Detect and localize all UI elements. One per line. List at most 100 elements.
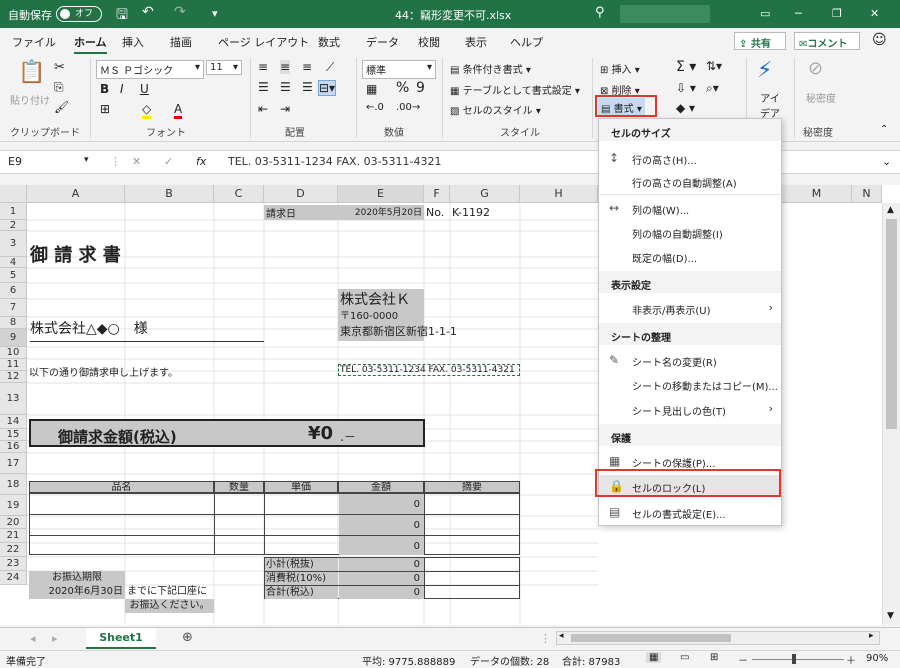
- cell-a21[interactable]: お振込期限: [29, 571, 125, 585]
- zoom-in-icon[interactable]: ＋: [846, 652, 856, 667]
- hscroll-thumb[interactable]: [571, 634, 731, 642]
- merge-center-icon[interactable]: ⊟▾: [318, 80, 337, 96]
- row-header[interactable]: 16: [0, 441, 27, 453]
- horizontal-scrollbar[interactable]: ◂ ▸: [556, 631, 880, 645]
- name-box[interactable]: E9: [8, 155, 22, 168]
- enter-icon[interactable]: ✓: [164, 155, 173, 168]
- tab-split-icon[interactable]: ⋮: [540, 632, 551, 645]
- row-header[interactable]: 5: [0, 268, 27, 283]
- th-qty[interactable]: 数量: [214, 481, 264, 493]
- cell-styles-button[interactable]: ▧ セルのスタイル ▾: [450, 102, 541, 117]
- cell-d1[interactable]: 請求日: [264, 205, 338, 220]
- row-header[interactable]: 14: [0, 415, 27, 429]
- tab-view[interactable]: 表示: [465, 34, 487, 50]
- zoom-level[interactable]: 90%: [866, 653, 888, 664]
- row-header[interactable]: 11: [0, 359, 27, 371]
- ideas-icon[interactable]: ⚡: [757, 58, 772, 83]
- row-header[interactable]: 7: [0, 299, 27, 317]
- col-header-g[interactable]: G: [450, 185, 520, 203]
- number-format-select[interactable]: 標準 ▾: [362, 60, 436, 79]
- cell-e1[interactable]: 2020年5月20日: [338, 205, 424, 220]
- menu-move-copy[interactable]: シートの移動またはコピー(M)...: [599, 373, 781, 395]
- font-color-icon[interactable]: A: [174, 102, 183, 119]
- col-header-h[interactable]: H: [520, 185, 598, 203]
- th-amount[interactable]: 金額: [338, 481, 424, 493]
- scroll-left-icon[interactable]: ◂: [559, 631, 564, 641]
- cell-e13[interactable]: .－: [340, 428, 356, 445]
- paste-icon[interactable]: 📋: [18, 60, 45, 85]
- cell-a22[interactable]: 2020年6月30日: [29, 585, 125, 599]
- cell-d13[interactable]: ¥0: [308, 423, 333, 444]
- search-box[interactable]: [620, 5, 710, 23]
- cell-e17[interactable]: 0: [339, 494, 424, 514]
- cell-e5[interactable]: 株式会社Ｋ: [338, 289, 424, 307]
- decrease-decimal-icon[interactable]: .00→: [396, 102, 420, 113]
- cell-a7[interactable]: 株式会社△◆○ 様: [30, 318, 264, 342]
- row-header[interactable]: 19: [0, 495, 27, 516]
- cell-e9[interactable]: TEL. 03-5311-1234 FAX. 03-5311-4321: [338, 364, 520, 376]
- th-item[interactable]: 品名: [29, 481, 214, 493]
- border-icon[interactable]: ⊞: [100, 102, 110, 116]
- clear-icon[interactable]: ◆ ▾: [676, 101, 695, 115]
- row-header[interactable]: 8: [0, 317, 27, 329]
- menu-row-height[interactable]: ↕ 行の高さ(H)...: [599, 147, 781, 169]
- cell-b23[interactable]: お振込ください。: [125, 599, 214, 613]
- tab-scroll-left-icon[interactable]: ◂: [30, 632, 36, 645]
- collapse-ribbon-icon[interactable]: ⌃: [880, 124, 888, 135]
- menu-default-width[interactable]: 既定の幅(D)...: [599, 245, 781, 267]
- align-top-icon[interactable]: ≡: [258, 60, 268, 74]
- format-as-table-button[interactable]: ▦ テーブルとして書式設定 ▾: [450, 82, 580, 97]
- align-middle-icon[interactable]: ≡: [280, 60, 291, 74]
- save-icon[interactable]: 🖫: [116, 4, 128, 28]
- cell-e7[interactable]: 東京都新宿区新宿1-1-1: [338, 323, 457, 341]
- orientation-icon[interactable]: ⟋: [326, 60, 334, 75]
- close-icon[interactable]: ✕: [870, 7, 879, 20]
- tab-page-layout[interactable]: ページ レイアウト: [218, 34, 309, 50]
- fill-icon[interactable]: ⇩ ▾: [676, 81, 696, 95]
- vertical-scrollbar[interactable]: ▲ ▼: [882, 203, 900, 625]
- align-left-icon[interactable]: ☰: [258, 80, 269, 94]
- row-header[interactable]: 9: [0, 329, 27, 347]
- select-all[interactable]: [0, 185, 27, 203]
- cell-f1[interactable]: No.: [426, 206, 444, 219]
- cell-e21[interactable]: 0: [339, 572, 424, 585]
- sensitivity-label[interactable]: 秘密度: [806, 90, 836, 105]
- page-break-view-icon[interactable]: ⊞: [710, 652, 718, 663]
- cell-a13[interactable]: 御請求金額(税込): [58, 426, 177, 447]
- row-header[interactable]: 24: [0, 571, 27, 585]
- fill-color-icon[interactable]: ◇: [142, 102, 152, 119]
- cell-d21[interactable]: 消費税(10%): [265, 572, 338, 585]
- cell-e6[interactable]: 〒160-0000: [338, 307, 424, 323]
- row-header[interactable]: 12: [0, 371, 27, 383]
- percent-icon[interactable]: %: [396, 80, 409, 96]
- paste-label[interactable]: 貼り付け: [10, 92, 50, 107]
- tab-help[interactable]: ヘルプ: [510, 34, 543, 50]
- align-right-icon[interactable]: ☰: [302, 80, 313, 94]
- row-header[interactable]: 22: [0, 543, 27, 557]
- row-header[interactable]: 4: [0, 257, 27, 268]
- row-header[interactable]: 23: [0, 557, 27, 571]
- search-icon[interactable]: ⚲: [595, 5, 605, 20]
- ideas-label[interactable]: アイデア: [756, 90, 784, 120]
- scroll-down-icon[interactable]: ▼: [887, 611, 894, 621]
- cell-b22[interactable]: までに下記口座に: [127, 585, 207, 599]
- undo-icon[interactable]: ↶: [142, 4, 154, 20]
- insert-cells-button[interactable]: ⊞ 挿入 ▾: [600, 61, 640, 76]
- row-header[interactable]: 15: [0, 429, 27, 441]
- comma-icon[interactable]: 9: [416, 80, 425, 96]
- conditional-format-button[interactable]: ▤ 条件付き書式 ▾: [450, 61, 531, 76]
- decrease-indent-icon[interactable]: ⇤: [258, 102, 268, 116]
- th-note[interactable]: 摘要: [424, 481, 520, 493]
- tab-draw[interactable]: 描画: [170, 34, 192, 50]
- formula-input[interactable]: TEL. 03-5311-1234 FAX. 03-5311-4321: [228, 155, 442, 168]
- row-header[interactable]: 10: [0, 347, 27, 359]
- col-header-b[interactable]: B: [125, 185, 214, 203]
- tab-scroll-right-icon[interactable]: ▸: [52, 632, 58, 645]
- menu-autofit-column[interactable]: 列の幅の自動調整(I): [599, 221, 781, 243]
- cell-e20[interactable]: 0: [339, 558, 424, 571]
- th-price[interactable]: 単価: [264, 481, 338, 493]
- sheet-tab-sheet1[interactable]: Sheet1: [86, 628, 156, 649]
- normal-view-icon[interactable]: ▦: [646, 652, 662, 663]
- expand-formula-icon[interactable]: ⌄: [882, 155, 891, 168]
- increase-decimal-icon[interactable]: ←.0: [366, 102, 384, 113]
